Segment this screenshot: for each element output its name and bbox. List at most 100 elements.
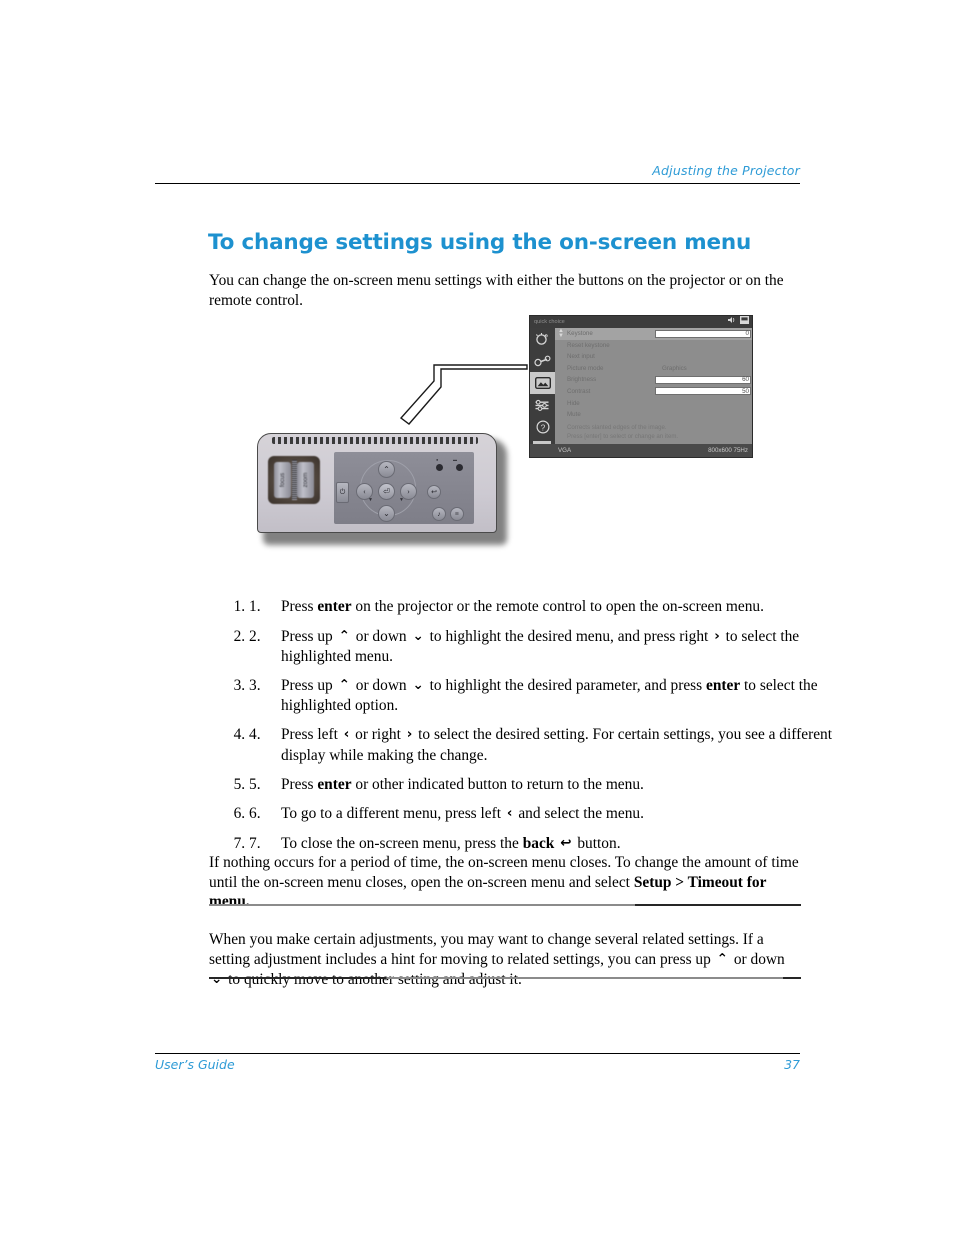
step-item: 7. To close the on-screen menu, press the… bbox=[249, 834, 841, 854]
menu-button[interactable]: ≡ bbox=[450, 507, 464, 521]
osd-menu-item[interactable]: Reset keystone bbox=[555, 340, 752, 352]
picture-icon[interactable] bbox=[530, 372, 555, 394]
step-text: Press enter or other indicated button to… bbox=[281, 775, 644, 793]
left-chevron-icon: ‹ bbox=[506, 805, 513, 822]
osd-menu-item-label: Next input bbox=[567, 353, 595, 361]
up-chevron-icon: ⌃ bbox=[338, 677, 350, 693]
step-item: 5. Press enter or other indicated button … bbox=[249, 775, 841, 794]
step-item: 2. Press up ⌃ or down ⌄ to highlight the … bbox=[249, 627, 841, 666]
osd-option-value[interactable]: Graphics bbox=[662, 363, 687, 375]
page-title: To change settings using the on-screen m… bbox=[208, 230, 752, 256]
step-number: 3. bbox=[249, 677, 261, 694]
osd-hint-line-2: Press [enter] to select or change an ite… bbox=[567, 432, 679, 440]
osd-slider[interactable] bbox=[655, 387, 751, 396]
step-number: 4. bbox=[249, 726, 261, 744]
projector-vent bbox=[272, 437, 478, 444]
right-chevron-icon: › bbox=[714, 627, 720, 644]
lamp-led-label: ● bbox=[436, 457, 439, 462]
down-chevron-icon: ⌄ bbox=[412, 677, 424, 693]
help-icon[interactable]: ? bbox=[530, 416, 555, 438]
step-text: Press up ⌃ or down ⌄ to highlight the de… bbox=[281, 627, 800, 665]
enter-button[interactable]: ⏎ bbox=[378, 483, 395, 500]
lens-ring-assembly: focus zoom bbox=[268, 456, 320, 504]
step-number: 5. bbox=[249, 775, 261, 793]
power-button[interactable]: ⏻ bbox=[336, 482, 349, 503]
step-number: 1. bbox=[249, 598, 261, 616]
osd-slider[interactable] bbox=[655, 329, 751, 338]
osd-hint-line-1: Corrects slanted edges of the image. bbox=[567, 424, 667, 432]
right-chevron-icon: › bbox=[406, 726, 413, 743]
osd-value: 0 bbox=[745, 330, 749, 337]
step-item: 6. To go to a different menu, press left … bbox=[249, 804, 841, 824]
temp-led bbox=[456, 464, 463, 471]
step-item: 4. Press left ‹ or right › to select the … bbox=[249, 725, 841, 764]
step-number: 2. bbox=[249, 627, 261, 645]
osd-menu-item-label: Hide bbox=[567, 399, 580, 407]
keystone-right-label: ▼ bbox=[399, 498, 404, 503]
osd-titlebar-icons bbox=[727, 316, 749, 328]
closing-paragraph: If nothing occurs for a period of time, … bbox=[209, 854, 799, 910]
step-text: To go to a different menu, press left ‹ … bbox=[281, 805, 644, 823]
note-rule-top bbox=[209, 904, 801, 906]
osd-status-bar: VGA 800x600 75Hz bbox=[530, 444, 752, 457]
source-button[interactable]: ♪ bbox=[432, 507, 446, 521]
volume-icon bbox=[727, 317, 735, 323]
up-button[interactable]: ⌃ bbox=[378, 461, 395, 478]
updown-caret-icon: ▲ ▼ bbox=[558, 328, 564, 339]
temp-led-label: ▬ bbox=[453, 457, 457, 462]
osd-slider[interactable] bbox=[655, 375, 751, 384]
osd-titlebar: quick choice bbox=[530, 316, 752, 328]
note-paragraph: When you make certain adjustments, you m… bbox=[209, 931, 785, 988]
quick-choice-icon[interactable]: P bbox=[530, 328, 555, 350]
osd-menu-item[interactable]: Hide bbox=[555, 398, 752, 410]
header-rule bbox=[155, 183, 800, 184]
down-button[interactable]: ⌄ bbox=[378, 505, 395, 522]
steps-list: 1. Press enter on the projector or the re… bbox=[209, 597, 841, 864]
figure-projector-and-osd: quick choice P ? ▲ ▼ Keystone 0 Reset ke… bbox=[209, 305, 801, 560]
left-chevron-icon: ‹ bbox=[343, 726, 350, 743]
zoom-ring[interactable]: zoom bbox=[297, 462, 314, 498]
osd-status-source: VGA bbox=[558, 447, 572, 454]
osd-menu-item-label: Contrast bbox=[567, 387, 591, 395]
osd-menu-item[interactable]: Contrast 50 bbox=[555, 386, 752, 398]
focus-ring[interactable]: focus bbox=[274, 462, 291, 498]
footer-title: User’s Guide bbox=[155, 1057, 235, 1072]
down-chevron-icon: ⌄ bbox=[211, 970, 223, 987]
footer-rule bbox=[155, 1053, 800, 1055]
step-number: 7. bbox=[249, 835, 261, 853]
step-text: To close the on-screen menu, press the b… bbox=[281, 835, 621, 853]
emphasis-text: enter bbox=[317, 775, 352, 793]
down-chevron-icon: ⌄ bbox=[412, 627, 424, 644]
emphasis-text: enter bbox=[705, 677, 741, 694]
running-head: Adjusting the Projector bbox=[652, 163, 800, 178]
osd-menu-item-label: Reset keystone bbox=[567, 341, 610, 349]
document-page: Adjusting the Projector To change settin… bbox=[0, 0, 954, 1235]
osd-screenshot: quick choice P ? ▲ ▼ Keystone 0 Reset ke… bbox=[529, 315, 753, 458]
step-item: 3. Press up ⌃ or down ⌄ to highlight the … bbox=[249, 676, 841, 715]
osd-menu-item-label: Brightness bbox=[567, 376, 597, 384]
keystone-left-label: ▼ bbox=[368, 498, 373, 503]
osd-menu-item[interactable]: Picture mode Graphics bbox=[555, 363, 752, 375]
adjust-picture-icon[interactable] bbox=[530, 350, 555, 372]
osd-menu-list: ▲ ▼ Keystone 0 Reset keystone Next input Pictu… bbox=[555, 328, 752, 444]
osd-menu-item[interactable]: Mute bbox=[555, 409, 752, 421]
emphasis-text: back bbox=[522, 835, 555, 853]
projector-body: focus zoom ⏻ ⌃ ⌄ ‹ › ⏎ ▼ ▼ ↩ ♪ ≡ ● ▬ bbox=[257, 433, 497, 533]
osd-value: 60 bbox=[742, 376, 749, 384]
input-icon bbox=[740, 316, 749, 324]
svg-text:P: P bbox=[545, 335, 549, 341]
osd-menu-item[interactable]: ▲ ▼ Keystone 0 bbox=[555, 328, 752, 340]
osd-menu-item[interactable]: Next input bbox=[555, 351, 752, 363]
osd-title: quick choice bbox=[534, 319, 565, 325]
osd-menu-item[interactable]: Brightness 60 bbox=[555, 374, 752, 386]
step-text: Press left ‹ or right › to select the de… bbox=[281, 726, 833, 764]
focus-ring-label: focus bbox=[279, 472, 286, 488]
osd-menu-item-label: Picture mode bbox=[567, 364, 604, 372]
back-button[interactable]: ↩ bbox=[427, 485, 441, 499]
step-item: 1. Press enter on the projector or the re… bbox=[249, 597, 841, 616]
back-arrow-icon: ↩ bbox=[560, 835, 572, 852]
setup-icon[interactable] bbox=[530, 394, 555, 416]
lamp-led bbox=[436, 464, 443, 471]
up-chevron-icon: ⌃ bbox=[338, 627, 350, 644]
zoom-ring-label: zoom bbox=[302, 472, 309, 488]
